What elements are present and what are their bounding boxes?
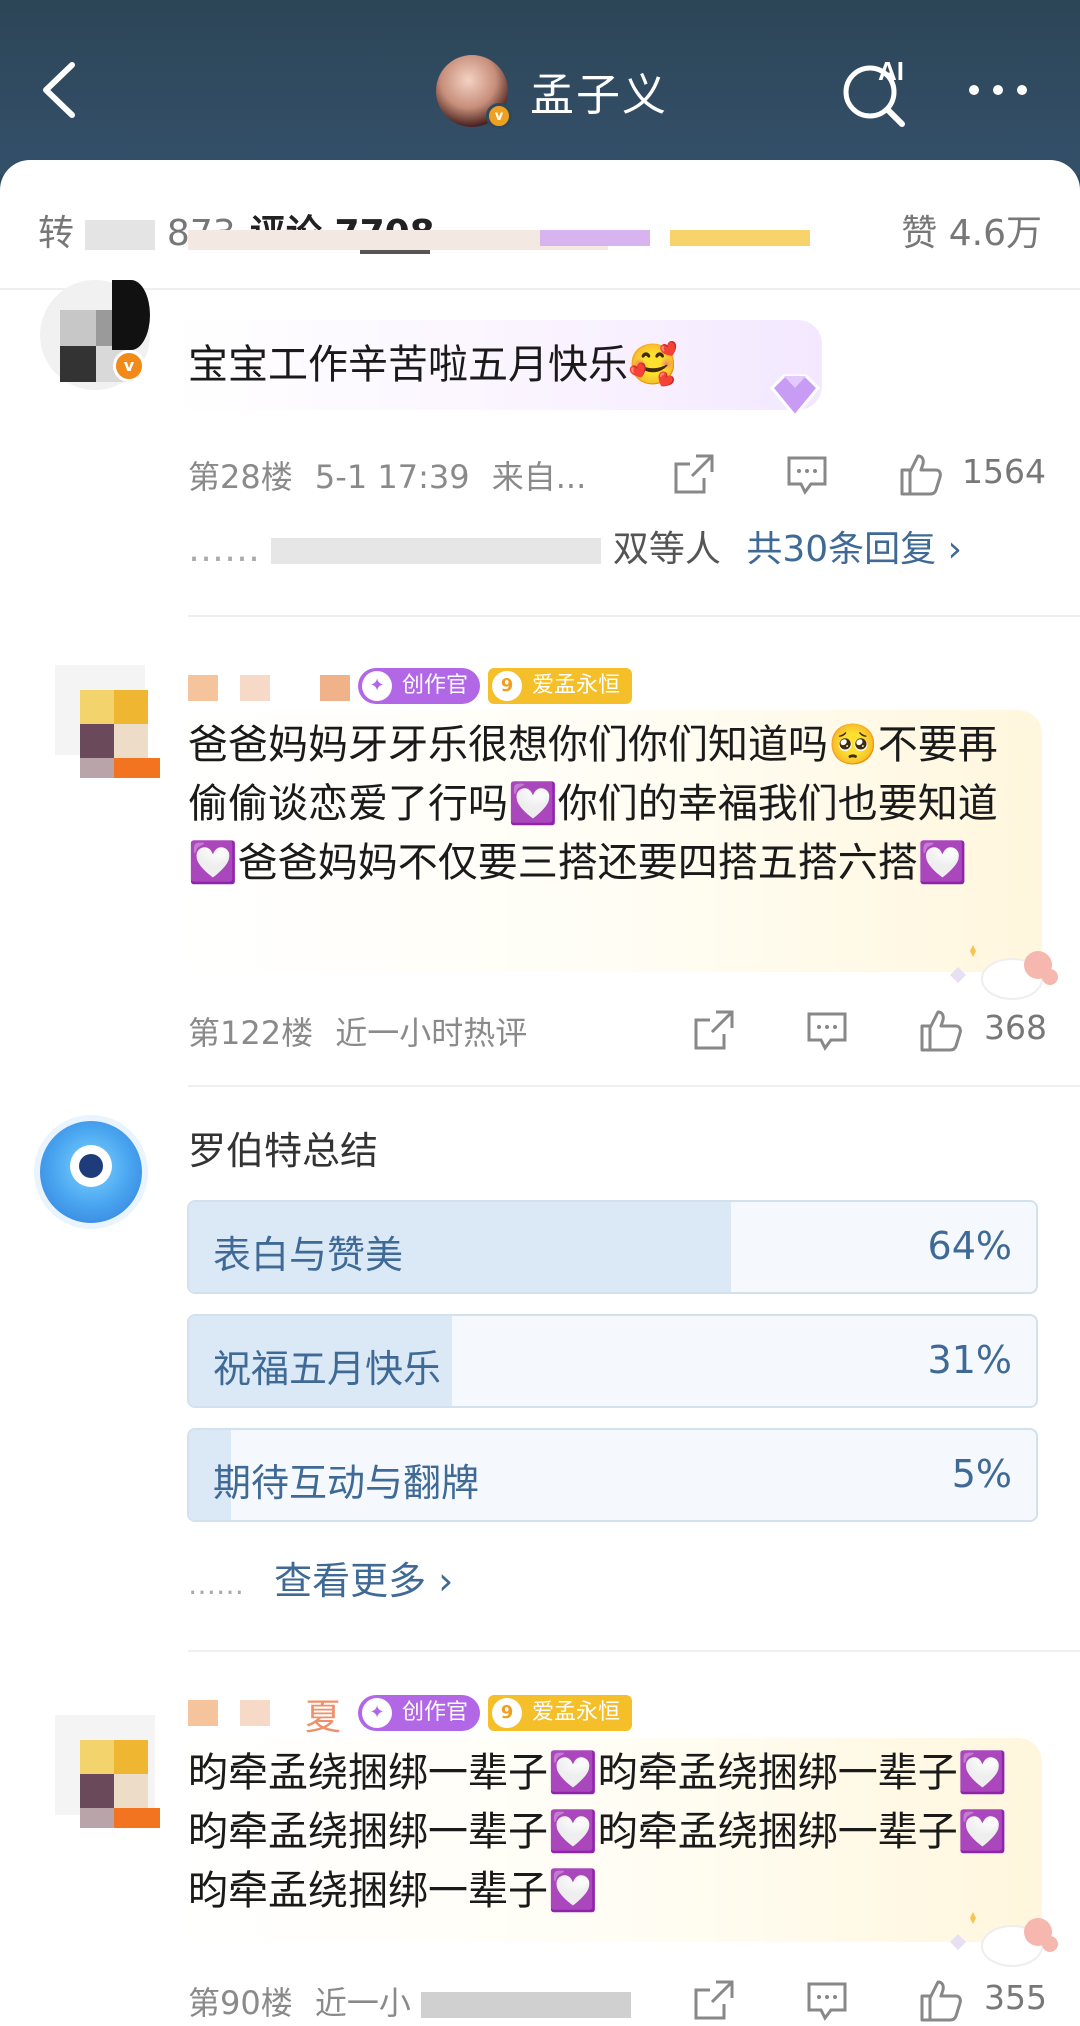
like-icon[interactable] bbox=[916, 1006, 964, 1054]
share-icon[interactable] bbox=[670, 450, 718, 498]
svg-text:AI: AI bbox=[878, 56, 904, 86]
comment-icon[interactable] bbox=[803, 1976, 851, 2024]
creator-icon: ✦ bbox=[362, 671, 392, 701]
summary-item-percent: 64% bbox=[927, 1224, 1012, 1268]
divider bbox=[0, 288, 1080, 290]
mosaic-blur bbox=[85, 220, 156, 250]
summary-item[interactable]: 祝福五月快乐 31% bbox=[187, 1314, 1038, 1408]
summary-item-percent: 5% bbox=[951, 1452, 1012, 1496]
verified-icon: v bbox=[113, 350, 145, 382]
share-icon[interactable] bbox=[690, 1976, 738, 2024]
username-fragment: 夏 bbox=[305, 1697, 342, 1738]
reply-users: 双等人 bbox=[612, 529, 721, 570]
diamond-icon bbox=[769, 374, 821, 419]
divider bbox=[188, 1650, 1080, 1652]
view-more[interactable]: …… 查看更多 › bbox=[188, 1550, 453, 1605]
reply-summary[interactable]: …… 双等人 共30条回复 › bbox=[188, 520, 962, 572]
fan-level-icon: 9 bbox=[492, 671, 522, 701]
verified-icon: v bbox=[486, 103, 512, 129]
comment-icon[interactable] bbox=[803, 1006, 851, 1054]
chevron-left-icon[interactable] bbox=[30, 55, 90, 125]
robot-avatar[interactable] bbox=[34, 1115, 148, 1229]
divider bbox=[188, 615, 1080, 617]
username-mosaic bbox=[240, 675, 270, 701]
avatar[interactable]: v bbox=[436, 55, 512, 129]
profile-title[interactable]: v 孟子义 bbox=[436, 52, 668, 130]
comment-sheet: 转 873 评论 7708 赞 4.6万 v 宝宝工作辛苦啦五月快乐🥰 第28楼… bbox=[0, 160, 1080, 2026]
badge-fan[interactable]: 9 爱孟永恒 bbox=[488, 1695, 633, 1731]
reply-link[interactable]: 共30条回复 › bbox=[746, 529, 962, 570]
summary-title: 罗伯特总结 bbox=[188, 1129, 379, 1173]
comment-icon[interactable] bbox=[783, 450, 831, 498]
badge-creator bbox=[540, 230, 650, 246]
page-title: 孟子义 bbox=[530, 70, 668, 121]
comment-text: 爸爸妈妈牙牙乐很想你们你们知道吗🥺不要再偷偷谈恋爱了行吗💟你们的幸福我们也要知道… bbox=[172, 710, 1042, 972]
ellipsis: …… bbox=[188, 529, 260, 570]
badge-fan bbox=[670, 230, 810, 246]
more-dots-icon[interactable] bbox=[966, 75, 1030, 105]
tab-like[interactable]: 赞 4.6万 bbox=[901, 204, 1042, 256]
ellipsis: …… bbox=[188, 1568, 244, 1601]
top-bar: v 孟子义 AI bbox=[0, 0, 1080, 175]
like-icon[interactable] bbox=[896, 450, 944, 498]
badge-creator[interactable]: ✦ 创作官 bbox=[358, 1695, 481, 1731]
summary-item[interactable]: 期待互动与翻牌 5% bbox=[187, 1428, 1038, 1522]
badge-fan[interactable]: 9 爱孟永恒 bbox=[488, 668, 633, 704]
comment-meta: 第28楼 5-1 17:39 来自... bbox=[188, 458, 587, 496]
divider bbox=[188, 1085, 1080, 1087]
summary-item[interactable]: 表白与赞美 64% bbox=[187, 1200, 1038, 1294]
fan-level-icon: 9 bbox=[492, 1698, 522, 1728]
username-mosaic bbox=[271, 538, 602, 564]
like-count: 355 bbox=[984, 1978, 1047, 2017]
comment-meta: 第122楼 近一小时热评 bbox=[188, 1014, 528, 1052]
summary-item-percent: 31% bbox=[927, 1338, 1012, 1382]
comment-text: 昀牵孟绕捆绑一辈子💟昀牵孟绕捆绑一辈子💟昀牵孟绕捆绑一辈子💟昀牵孟绕捆绑一辈子💟… bbox=[172, 1738, 1042, 1942]
username-mosaic bbox=[188, 1700, 218, 1726]
summary-item-label: 期待互动与翻牌 bbox=[213, 1461, 480, 1505]
like-count: 1564 bbox=[962, 452, 1046, 491]
mosaic-blur bbox=[421, 1992, 632, 2018]
username-mosaic bbox=[320, 675, 350, 701]
ai-search-icon[interactable]: AI bbox=[838, 50, 918, 130]
avatar[interactable] bbox=[55, 1715, 165, 1828]
comment-text: 宝宝工作辛苦啦五月快乐🥰 bbox=[172, 320, 822, 410]
share-icon[interactable] bbox=[690, 1006, 738, 1054]
view-more-link[interactable]: 查看更多 › bbox=[274, 1559, 453, 1603]
robot-eye-icon bbox=[70, 1145, 112, 1187]
like-count: 368 bbox=[984, 1008, 1047, 1047]
summary-item-label: 祝福五月快乐 bbox=[213, 1347, 442, 1391]
username-mosaic bbox=[188, 675, 218, 701]
username-mosaic bbox=[240, 1700, 270, 1726]
tab-bar: 转 873 评论 7708 赞 4.6万 bbox=[0, 160, 1080, 290]
summary-item-label: 表白与赞美 bbox=[213, 1233, 404, 1277]
creator-icon: ✦ bbox=[362, 1698, 392, 1728]
tab-repost-label: 转 bbox=[38, 213, 75, 254]
bunny-sticker-icon bbox=[950, 1912, 1058, 1967]
badge-creator[interactable]: ✦ 创作官 bbox=[358, 668, 481, 704]
like-icon[interactable] bbox=[916, 1976, 964, 2024]
comment-meta: 第90楼 近一小 bbox=[188, 1978, 632, 2024]
bunny-sticker-icon bbox=[950, 945, 1058, 1000]
avatar[interactable] bbox=[55, 665, 165, 778]
